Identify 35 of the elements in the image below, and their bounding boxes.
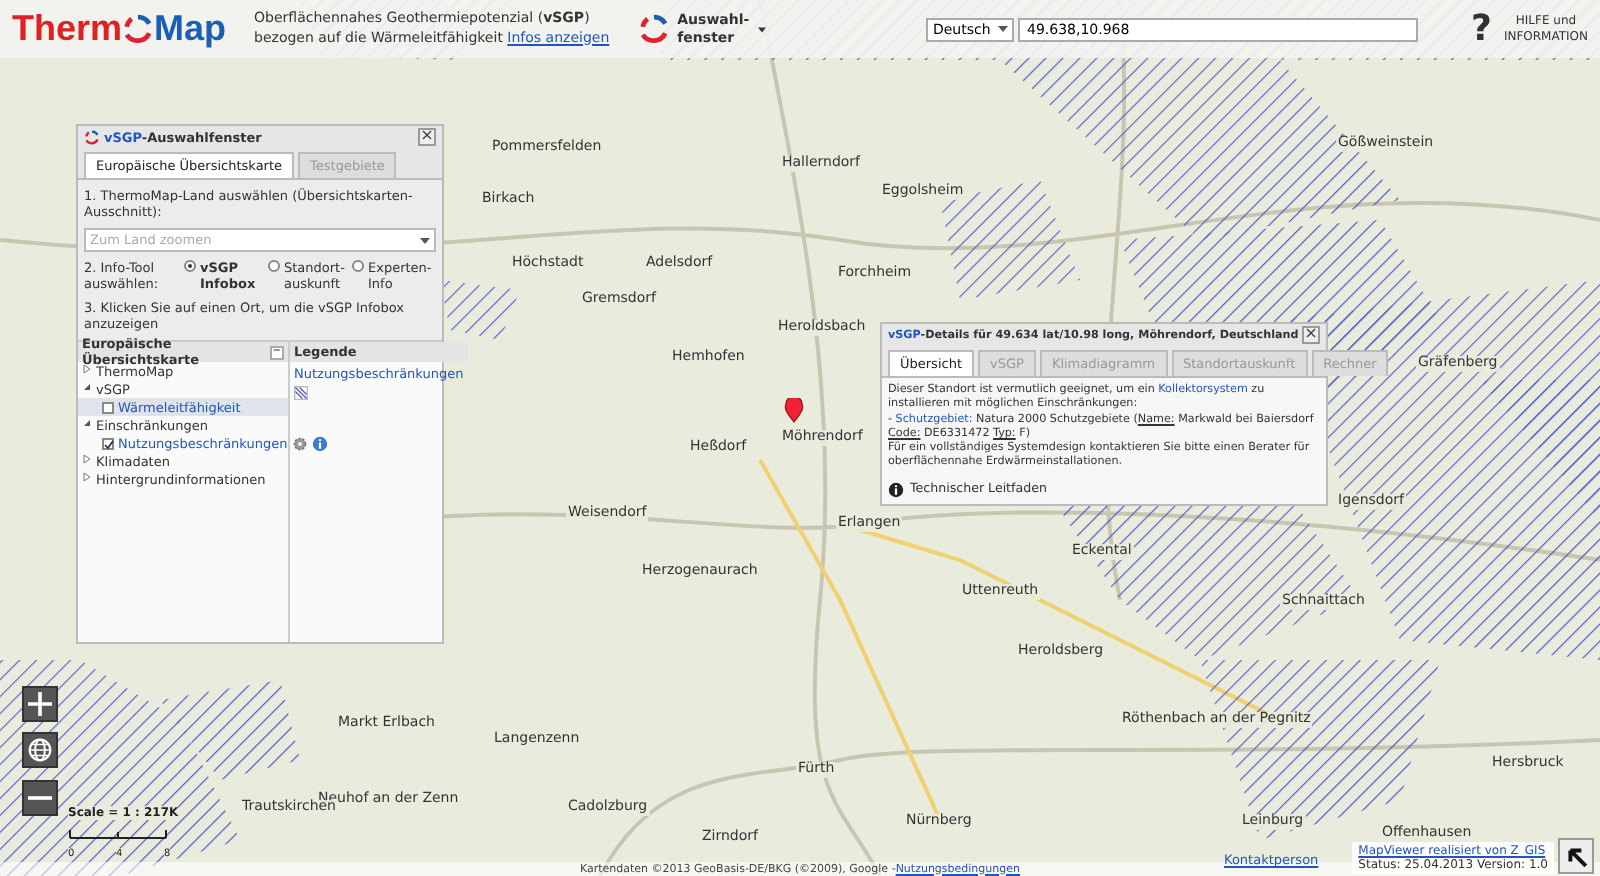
zoom-out-button[interactable] [22,780,58,816]
collapsed-caret-icon[interactable] [82,364,92,378]
location-pin-icon [784,398,804,423]
collapsed-caret-icon[interactable] [82,472,92,486]
gear-icon [291,435,308,451]
arrow-icon [1565,845,1587,867]
checkbox[interactable] [102,437,114,449]
close-button[interactable] [418,128,436,146]
checkbox[interactable] [102,401,114,413]
close-icon [422,130,432,140]
zoom-in-button[interactable] [22,686,58,722]
radio-button[interactable] [184,260,196,272]
logo: Therm Map [12,8,227,50]
scale-bar [69,829,167,839]
hatch-swatch-icon [294,386,308,400]
expanded-caret-icon[interactable] [82,418,92,432]
info-icon [888,481,904,498]
caret-icon [420,235,430,245]
globe-button[interactable] [22,732,58,768]
close-icon [1306,328,1317,338]
close-button[interactable] [1302,326,1320,344]
radio-button[interactable] [268,260,280,272]
circular-arrows-icon [637,13,670,45]
expanded-caret-icon[interactable] [82,382,92,396]
check-icon [104,439,114,449]
circular-arrows-icon [122,13,155,45]
globe-icon [28,738,52,762]
radio-button[interactable] [352,260,364,272]
plus-icon [28,692,52,716]
collapsed-caret-icon[interactable] [82,454,92,468]
caret-icon [757,25,766,33]
caret-icon [998,24,1009,34]
corner-toggle-button[interactable] [1558,838,1594,874]
info-icon [311,435,328,451]
circular-arrows-icon [84,129,100,145]
